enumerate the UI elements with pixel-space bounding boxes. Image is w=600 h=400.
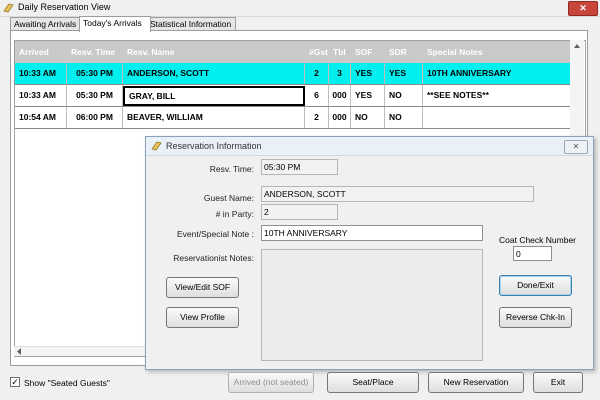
cell-guests: 6: [305, 85, 329, 106]
cell-resv-time: 05:30 PM: [67, 63, 123, 84]
grid-header: Arrived Resv. Time Resv. Name #Gst Tbl S…: [15, 41, 571, 63]
cell-sdr: YES: [385, 63, 423, 84]
resv-time-field: 05:30 PM: [261, 159, 338, 175]
table-row[interactable]: 10:33 AM 05:30 PM GRAY, BILL 6 000 YES N…: [15, 85, 571, 107]
table-row[interactable]: 10:54 AM 06:00 PM BEAVER, WILLIAM 2 000 …: [15, 107, 571, 129]
cell-sof: YES: [351, 85, 385, 106]
cell-resv-time: 05:30 PM: [67, 85, 123, 106]
column-header-resv-name[interactable]: Resv. Name: [123, 41, 305, 63]
cell-arrived: 10:33 AM: [15, 63, 67, 84]
window-titlebar: Daily Reservation View ✕: [0, 0, 600, 17]
cell-special-notes: 10TH ANNIVERSARY: [427, 68, 512, 78]
reservationist-notes-field[interactable]: [261, 249, 483, 361]
cell-table: 000: [329, 85, 351, 106]
scroll-up-arrow-icon[interactable]: [570, 40, 584, 52]
guest-name-label: Guest Name:: [203, 193, 254, 203]
dialog-title: Reservation Information: [166, 141, 262, 151]
dialog-titlebar: Reservation Information ✕: [146, 137, 593, 156]
dialog-app-icon: [151, 141, 162, 151]
tab-statistical-information[interactable]: Statistical Information: [146, 17, 236, 31]
cell-sof: NO: [351, 107, 385, 128]
cell-arrived: 10:33 AM: [15, 85, 67, 106]
table-row[interactable]: 10:33 AM 05:30 PM ANDERSON, SCOTT 2 3 YE…: [15, 63, 571, 85]
coat-check-input[interactable]: 0: [513, 246, 552, 261]
cell-table: 000: [329, 107, 351, 128]
cell-resv-name: ANDERSON, SCOTT: [123, 63, 305, 84]
view-profile-button[interactable]: View Profile: [166, 307, 239, 328]
column-header-sof[interactable]: SOF: [351, 41, 385, 63]
resv-time-label: Resv. Time:: [209, 164, 254, 174]
show-seated-guests-label: Show "Seated Guests": [24, 378, 110, 388]
party-size-label: # in Party:: [215, 209, 254, 219]
cell-arrived: 10:54 AM: [15, 107, 67, 128]
cell-resv-name[interactable]: GRAY, BILL: [123, 86, 305, 106]
done-exit-button[interactable]: Done/Exit: [499, 275, 572, 296]
seat-place-button[interactable]: Seat/Place: [327, 372, 419, 393]
tab-todays-arrivals[interactable]: Today's Arrivals: [79, 16, 151, 32]
cell-resv-time: 06:00 PM: [67, 107, 123, 128]
window-title: Daily Reservation View: [18, 2, 111, 12]
dialog-close-button[interactable]: ✕: [564, 140, 588, 154]
window-close-button[interactable]: ✕: [568, 1, 598, 16]
view-edit-sof-button[interactable]: View/Edit SOF: [166, 277, 239, 298]
cell-special-notes: **SEE NOTES**: [427, 90, 489, 100]
arrived-not-seated-button[interactable]: Arrived (not seated): [228, 372, 314, 393]
column-header-resv-time[interactable]: Resv. Time: [67, 41, 123, 63]
column-header-sdr[interactable]: SDR: [385, 41, 423, 63]
column-header-table[interactable]: Tbl: [329, 41, 351, 63]
guest-name-field: ANDERSON, SCOTT: [261, 186, 534, 202]
event-note-label: Event/Special Note :: [176, 229, 254, 239]
party-size-field: 2: [261, 204, 338, 220]
column-header-guests[interactable]: #Gst: [305, 41, 329, 63]
new-reservation-button[interactable]: New Reservation: [428, 372, 524, 393]
reverse-check-in-button[interactable]: Reverse Chk-In: [499, 307, 572, 328]
scroll-left-arrow-icon[interactable]: [14, 347, 24, 356]
column-header-special-notes[interactable]: Special Notes: [423, 41, 571, 63]
cell-sof: YES: [351, 63, 385, 84]
cell-special-notes: [423, 107, 571, 128]
reservation-info-dialog: Reservation Information ✕ Resv. Time: 05…: [145, 136, 594, 370]
column-header-arrived[interactable]: Arrived: [15, 41, 67, 63]
cell-table: 3: [329, 63, 351, 84]
event-note-input[interactable]: 10TH ANNIVERSARY: [261, 225, 483, 241]
cell-guests: 2: [305, 107, 329, 128]
tab-awaiting-arrivals[interactable]: Awaiting Arrivals: [10, 17, 82, 31]
cell-sdr: NO: [385, 85, 423, 106]
show-seated-guests-checkbox[interactable]: ✓: [10, 377, 20, 387]
coat-check-label: Coat Check Number: [499, 235, 577, 245]
cell-guests: 2: [305, 63, 329, 84]
cell-resv-name: BEAVER, WILLIAM: [123, 107, 305, 128]
reservationist-notes-label: Reservationist Notes:: [173, 253, 254, 263]
exit-button[interactable]: Exit: [533, 372, 583, 393]
app-icon: [3, 3, 14, 13]
cell-sdr: NO: [385, 107, 423, 128]
